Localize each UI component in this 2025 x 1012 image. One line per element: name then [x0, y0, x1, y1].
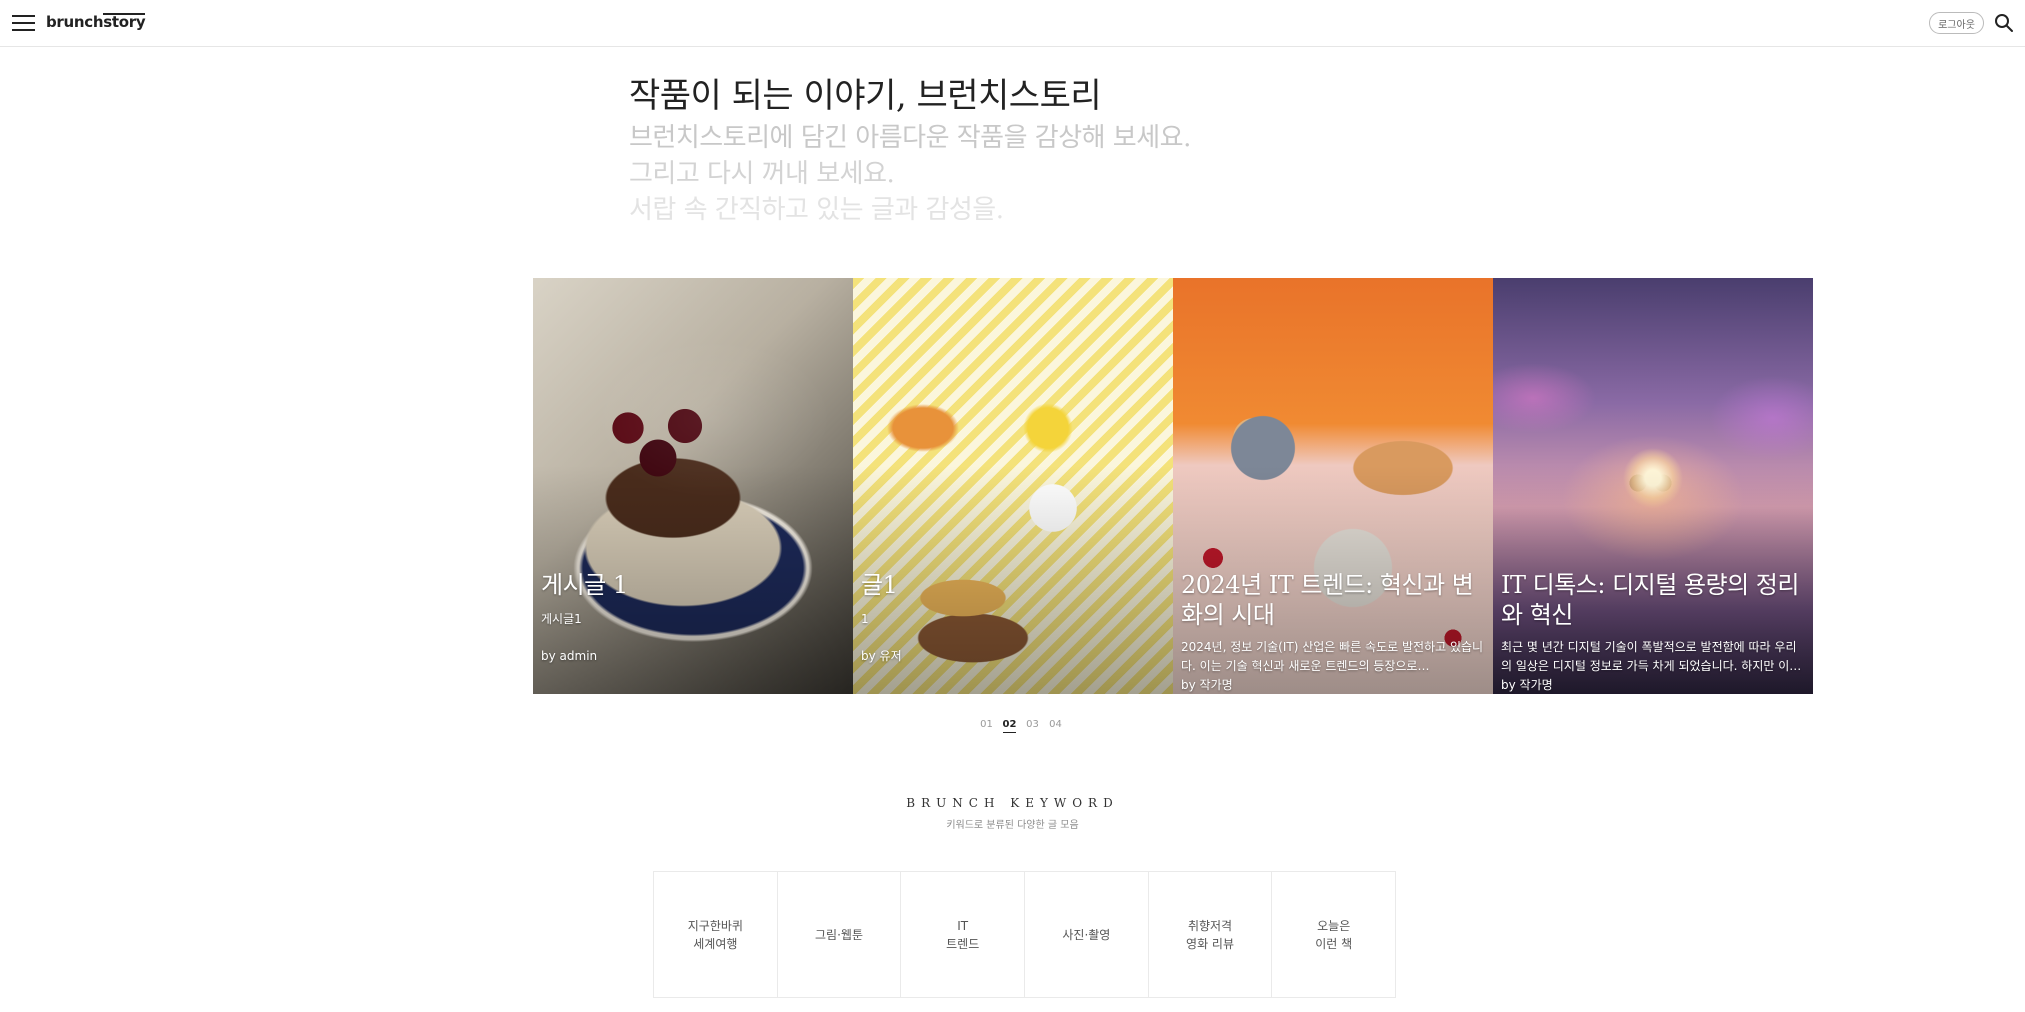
card-description: 최근 몇 년간 디지털 기술이 폭발적으로 발전함에 따라 우리의 일상은 디지…: [1501, 640, 1801, 673]
card-title: 게시글 1: [541, 571, 628, 599]
card-author: by 작가명: [1181, 678, 1233, 692]
hamburger-menu-icon[interactable]: [12, 14, 35, 32]
keyword-line2: 트렌드: [946, 936, 980, 951]
page-button-03[interactable]: 03: [1021, 718, 1044, 738]
logo-brunch: brunch: [46, 13, 104, 31]
card-subtitle: 1: [861, 612, 869, 626]
intro-line-3: 서랍 속 간직하고 있는 글과 감성을.: [629, 195, 1004, 225]
keyword-line2: 이런 책: [1315, 936, 1353, 951]
intro-title: 작품이 되는 이야기, 브런치스토리: [629, 76, 1102, 116]
keyword-line1: 지구한바퀴: [687, 918, 743, 933]
card-subtitle: 게시글1: [541, 612, 582, 626]
featured-carousel: 게시글 1 게시글1 by admin 글1 1 by 유저 2024년 IT …: [533, 278, 1813, 694]
keyword-section-subtitle: 키워드로 분류된 다양한 글 모음: [946, 820, 1079, 831]
featured-card[interactable]: 게시글 1 게시글1 by admin: [533, 278, 853, 694]
logo-story: story: [103, 13, 146, 31]
keyword-it-trend[interactable]: IT 트렌드: [901, 872, 1026, 997]
keyword-travel[interactable]: 지구한바퀴 세계여행: [654, 872, 778, 997]
keyword-movie-review[interactable]: 취향저격 영화 리뷰: [1149, 872, 1273, 997]
featured-card[interactable]: 글1 1 by 유저: [853, 278, 1173, 694]
keyword-books[interactable]: 오늘은 이런 책: [1272, 872, 1395, 997]
keyword-line2: 세계여행: [693, 936, 738, 951]
featured-card[interactable]: IT 디톡스: 디지털 용량의 정리와 혁신 최근 몇 년간 디지털 기술이 폭…: [1493, 278, 1813, 694]
card-author: by admin: [541, 649, 598, 663]
card-author: by 작가명: [1501, 678, 1553, 692]
keyword-line1: 취향저격: [1187, 918, 1233, 933]
card-author: by 유저: [861, 649, 902, 663]
intro-line-2: 그리고 다시 꺼내 보세요.: [629, 159, 895, 189]
brunchstory-logo[interactable]: brunch story: [46, 13, 146, 31]
logout-button[interactable]: 로그아웃: [1929, 12, 1984, 34]
intro-section: 작품이 되는 이야기, 브런치스토리 브런치스토리에 담긴 아름다운 작품을 감…: [629, 74, 1329, 228]
card-title: 글1: [861, 571, 898, 599]
keyword-line1: 사진·촬영: [1062, 927, 1111, 942]
keyword-section-title: BRUNCH KEYWORD: [906, 796, 1119, 810]
carousel-pagination: 01 02 03 04: [975, 718, 1067, 738]
card-title: 2024년 IT 트렌드: 혁신과 변화의 시대: [1181, 571, 1474, 629]
keyword-line1: 그림·웹툰: [815, 927, 863, 942]
card-description: 2024년, 정보 기술(IT) 산업은 빠른 속도로 발전하고 있습니다. 이…: [1181, 640, 1484, 673]
featured-card[interactable]: 2024년 IT 트렌드: 혁신과 변화의 시대 2024년, 정보 기술(IT…: [1173, 278, 1493, 694]
keyword-grid: 지구한바퀴 세계여행 그림·웹툰 IT 트렌드 사진·촬영 취향저격 영화 리뷰…: [653, 871, 1396, 998]
keyword-line1: 오늘은: [1317, 918, 1351, 933]
intro-line-1: 브런치스토리에 담긴 아름다운 작품을 감상해 보세요.: [629, 123, 1191, 153]
page-button-04[interactable]: 04: [1044, 718, 1067, 738]
keyword-line1: IT: [957, 918, 969, 933]
keyword-photo[interactable]: 사진·촬영: [1025, 872, 1149, 997]
top-header: brunch story 로그아웃: [0, 0, 2025, 47]
page-button-02[interactable]: 02: [998, 718, 1021, 738]
keyword-line2: 영화 리뷰: [1186, 936, 1235, 951]
page-button-01[interactable]: 01: [975, 718, 998, 738]
active-page-label: 02: [1002, 719, 1017, 733]
keyword-webtoon[interactable]: 그림·웹툰: [778, 872, 902, 997]
search-icon[interactable]: [1994, 13, 2014, 33]
card-title: IT 디톡스: 디지털 용량의 정리와 혁신: [1501, 571, 1799, 629]
